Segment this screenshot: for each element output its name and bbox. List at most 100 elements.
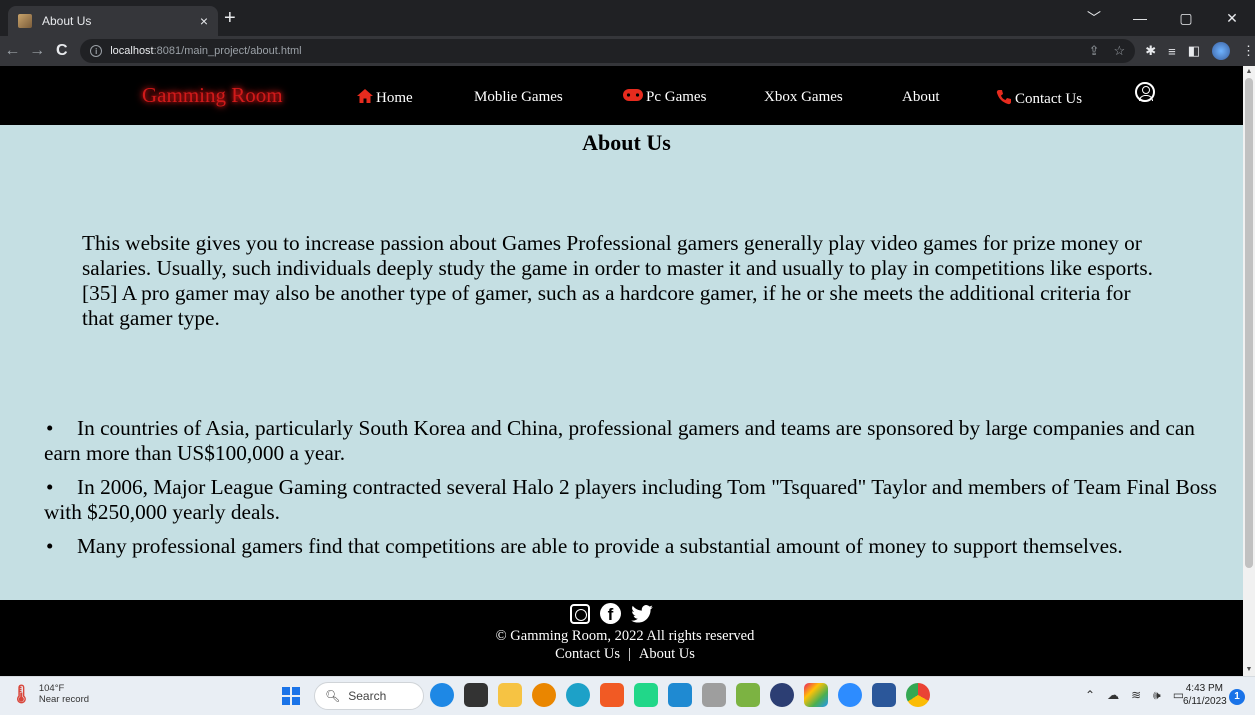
whatsapp-icon[interactable] — [570, 603, 590, 624]
clock[interactable]: 4:43 PM 6/11/2023 — [1183, 682, 1227, 708]
tab-title: About Us — [42, 14, 92, 28]
profile-avatar[interactable] — [1212, 42, 1230, 60]
browser-tab[interactable]: About Us × — [8, 6, 218, 36]
side-panel-icon[interactable]: ◧ — [1188, 43, 1200, 59]
chrome-canary-icon[interactable] — [532, 683, 556, 707]
bullet-icon: • — [46, 475, 54, 499]
scroll-down-icon[interactable]: ▼ — [1245, 666, 1253, 674]
page-title: About Us — [582, 130, 671, 155]
nav-contact-us-label: Contact Us — [1015, 91, 1083, 107]
facebook-icon[interactable]: f — [600, 603, 621, 624]
notification-badge[interactable]: 1 — [1229, 689, 1245, 705]
reload-icon[interactable]: C — [49, 42, 74, 60]
nav-about-label: About — [902, 89, 940, 105]
home-icon — [357, 89, 373, 108]
taskbar-search[interactable]: 🔍︎ Search — [314, 682, 424, 710]
gamepad-icon — [623, 89, 643, 106]
tab-search-icon[interactable]: ﹀ — [1071, 0, 1117, 36]
brave-icon[interactable] — [600, 683, 624, 707]
vscode-icon[interactable] — [668, 683, 692, 707]
url-text: localhost:8081/main_project/about.html — [110, 45, 302, 57]
scroll-up-icon[interactable]: ▲ — [1245, 68, 1253, 76]
nav-xbox-games-label: Xbox Games — [764, 89, 843, 105]
weather-temp: 104°F — [38, 683, 65, 694]
bullet-icon: • — [46, 416, 54, 440]
reading-list-icon[interactable]: ≡ — [1168, 44, 1176, 59]
site-navbar: Gamming Room Home Moblie Games Pc Games … — [0, 66, 1243, 125]
search-label: Search — [348, 689, 387, 703]
favicon-icon — [18, 14, 32, 28]
close-window-icon[interactable]: ✕ — [1209, 0, 1255, 36]
zoom-icon[interactable] — [838, 683, 862, 707]
chrome-icon[interactable] — [906, 683, 930, 707]
address-bar: ← → C i localhost:8081/main_project/abou… — [0, 36, 1255, 66]
bullet-icon: • — [46, 534, 54, 558]
copyright-text: © Gamming Room, 2022 All rights reserved — [495, 628, 755, 644]
bing-icon[interactable] — [430, 683, 454, 707]
task-view-icon[interactable] — [464, 683, 488, 707]
site-footer: f © Gamming Room, 2022 All rights reserv… — [0, 600, 1243, 676]
phone-icon — [996, 89, 1012, 110]
bookmark-star-icon[interactable]: ☆ — [1114, 43, 1126, 59]
nav-pc-games[interactable]: Pc Games — [623, 89, 706, 106]
close-tab-icon[interactable]: × — [200, 13, 208, 29]
twitter-icon[interactable] — [631, 604, 653, 623]
menu-icon[interactable]: ⋮ — [1242, 43, 1255, 59]
facts-list: • In countries of Asia, particularly Sout… — [44, 416, 1224, 568]
start-button[interactable] — [282, 687, 300, 705]
forward-icon[interactable]: → — [25, 42, 50, 60]
footer-contact-link[interactable]: Contact Us — [555, 646, 620, 662]
back-icon[interactable]: ← — [0, 42, 25, 60]
word-icon[interactable] — [872, 683, 896, 707]
clock-time: 4:43 PM — [1185, 683, 1223, 694]
nav-xbox-games[interactable]: Xbox Games — [764, 89, 843, 106]
nav-about[interactable]: About — [902, 89, 940, 106]
minimize-icon[interactable]: — — [1117, 0, 1163, 36]
taskbar-apps — [430, 683, 930, 707]
system-tray: ⌃ ☁ ≋ 🕪 ▭ — [1085, 688, 1184, 703]
eclipse-icon[interactable] — [770, 683, 794, 707]
nav-home-label: Home — [376, 90, 413, 106]
new-tab-button[interactable]: + — [224, 8, 236, 28]
weather-widget[interactable]: 🌡 104°F Near record — [10, 683, 89, 705]
nav-home[interactable]: Home — [357, 89, 413, 108]
scroll-thumb[interactable] — [1245, 78, 1253, 568]
social-links: f — [570, 603, 653, 624]
taskbar: 🌡 104°F Near record 🔍︎ Search ⌃ ☁ ≋ 🕪 ▭ … — [0, 676, 1255, 715]
onedrive-icon[interactable]: ☁ — [1107, 688, 1119, 703]
thermometer-icon: 🌡 — [10, 683, 33, 704]
store-icon[interactable] — [804, 683, 828, 707]
nav-contact-us[interactable]: Contact Us — [996, 89, 1082, 110]
site-info-icon[interactable]: i — [90, 45, 103, 57]
footer-links: Contact Us | About Us — [0, 646, 1243, 663]
user-account-icon[interactable] — [1135, 82, 1155, 102]
nav-mobile-games[interactable]: Moblie Games — [474, 89, 563, 106]
clock-date: 6/11/2023 — [1183, 696, 1227, 707]
pycharm-icon[interactable] — [634, 683, 658, 707]
share-icon[interactable]: ⇪ — [1089, 43, 1100, 59]
nav-pc-games-label: Pc Games — [646, 89, 707, 105]
nav-mobile-games-label: Moblie Games — [474, 89, 563, 105]
edge-icon[interactable] — [566, 683, 590, 707]
database-icon[interactable] — [702, 683, 726, 707]
intro-paragraph: This website gives you to increase passi… — [82, 231, 1153, 330]
paint-icon[interactable] — [736, 683, 760, 707]
chevron-up-icon[interactable]: ⌃ — [1085, 688, 1095, 703]
weather-desc: Near record — [38, 694, 90, 705]
page-scrollbar[interactable]: ▲ ▼ — [1243, 66, 1255, 676]
footer-separator: | — [627, 646, 631, 662]
brand-logo[interactable]: Gamming Room — [142, 83, 283, 108]
list-item: • Many professional gamers find that comp… — [46, 534, 1123, 558]
extensions-icon[interactable]: ✱ — [1145, 43, 1156, 59]
window-controls: ﹀ — ▢ ✕ — [1071, 0, 1255, 36]
list-item: • In 2006, Major League Gaming contracted… — [44, 475, 1217, 524]
browser-tab-bar: About Us × + ﹀ — ▢ ✕ — [0, 0, 1255, 36]
wifi-icon[interactable]: ≋ — [1131, 688, 1141, 703]
volume-icon[interactable]: 🕪 — [1153, 688, 1161, 703]
file-explorer-icon[interactable] — [498, 683, 522, 707]
footer-about-link[interactable]: About Us — [639, 646, 695, 662]
search-icon: 🔍︎ — [325, 689, 341, 703]
url-input[interactable]: i localhost:8081/main_project/about.html… — [80, 39, 1136, 63]
page-viewport: Gamming Room Home Moblie Games Pc Games … — [0, 66, 1243, 676]
maximize-icon[interactable]: ▢ — [1163, 0, 1209, 36]
